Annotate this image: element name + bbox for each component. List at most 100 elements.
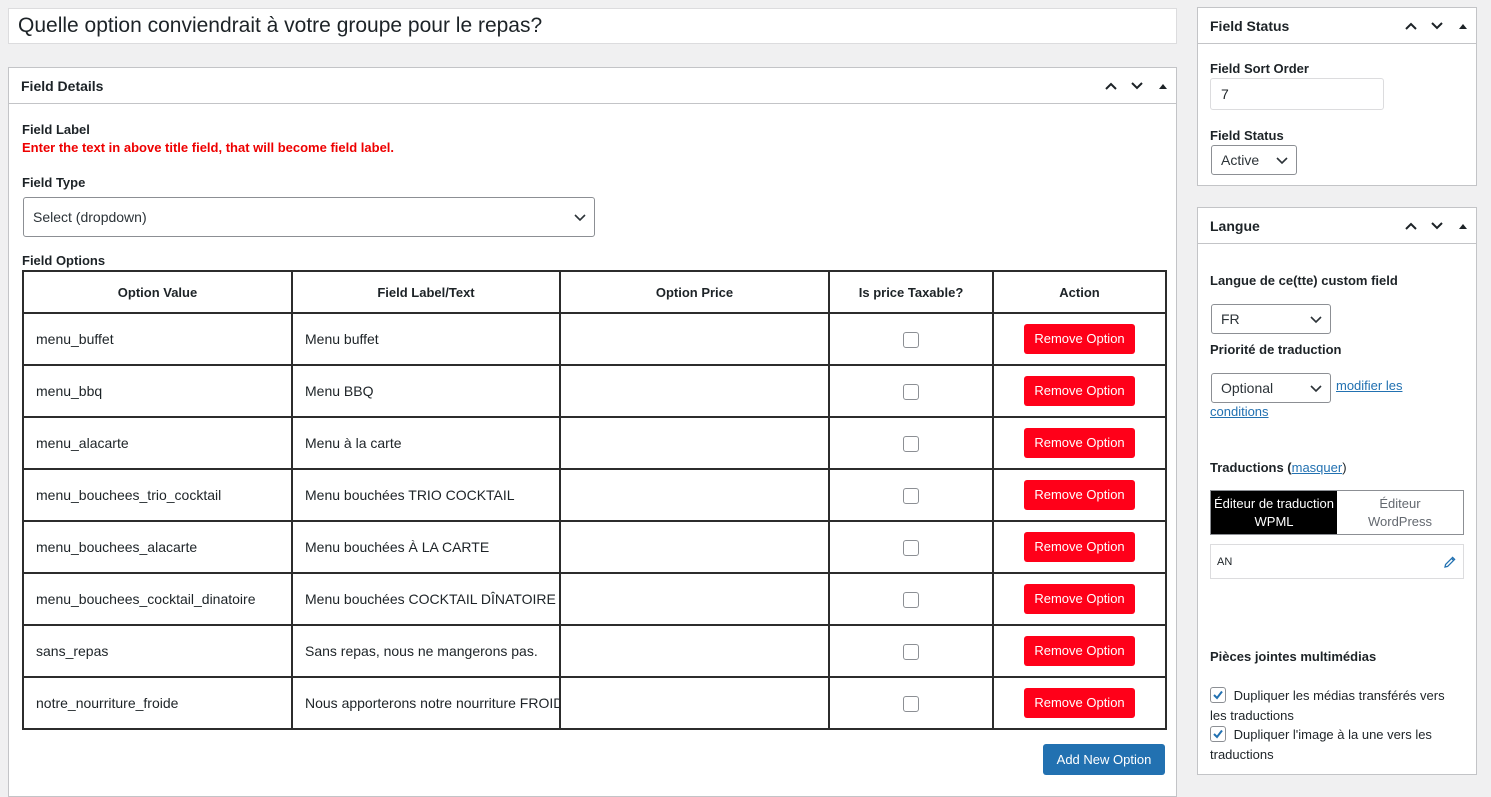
chevron-down-icon: [1431, 221, 1443, 229]
taxable-checkbox[interactable]: [903, 539, 919, 556]
remove-option-button[interactable]: Remove Option: [1024, 688, 1135, 718]
chevron-down-icon: [1310, 316, 1322, 324]
option-price-cell[interactable]: [559, 312, 830, 366]
add-new-option-button[interactable]: Add New Option: [1043, 744, 1165, 775]
duplicate-media-checkbox[interactable]: [1210, 687, 1226, 703]
move-down-button[interactable]: [1124, 68, 1150, 104]
taxable-checkbox[interactable]: [903, 695, 919, 712]
option-label-cell[interactable]: Menu BBQ: [291, 364, 561, 418]
language-select[interactable]: FR: [1211, 304, 1331, 334]
option-value-cell[interactable]: notre_nourriture_froide: [22, 676, 293, 730]
taxable-checkbox[interactable]: [903, 383, 919, 400]
toggle-panel-button[interactable]: [1450, 208, 1476, 244]
taxable-cell: [828, 364, 994, 418]
option-price-cell[interactable]: [559, 520, 830, 574]
wpml-editor-label-2: WPML: [1254, 513, 1294, 529]
table-row: menu_bouchees_alacarte Menu bouchées À LA…: [22, 520, 1167, 574]
move-up-button[interactable]: [1398, 208, 1424, 244]
option-value-cell[interactable]: menu_bouchees_cocktail_dinatoire: [22, 572, 293, 626]
langue-title: Langue: [1210, 217, 1260, 234]
option-price-cell[interactable]: [559, 572, 830, 626]
option-label-cell[interactable]: Menu bouchées À LA CARTE: [291, 520, 561, 574]
sort-order-input[interactable]: 7: [1210, 78, 1384, 110]
option-label-cell[interactable]: Menu à la carte: [291, 416, 561, 470]
option-value-cell[interactable]: menu_alacarte: [22, 416, 293, 470]
option-value-cell[interactable]: menu_bbq: [22, 364, 293, 418]
option-price-cell[interactable]: [559, 468, 830, 522]
modify-conditions-link[interactable]: modifier les: [1336, 378, 1402, 393]
table-row: menu_alacarte Menu à la carte Remove Optio…: [22, 416, 1167, 470]
toggle-panel-button[interactable]: [1450, 8, 1476, 44]
chevron-down-icon: [1431, 21, 1443, 29]
taxable-checkbox[interactable]: [903, 487, 919, 504]
taxable-checkbox[interactable]: [903, 331, 919, 348]
option-value-cell[interactable]: menu_bouchees_trio_cocktail: [22, 468, 293, 522]
option-price-cell[interactable]: [559, 416, 830, 470]
table-row: sans_repas Sans repas, nous ne mangerons …: [22, 624, 1167, 678]
option-price-cell[interactable]: [559, 364, 830, 418]
priority-label: Priorité de traduction: [1210, 342, 1342, 357]
chevron-down-icon: [1131, 81, 1143, 89]
pencil-icon[interactable]: [1443, 555, 1457, 569]
table-row: menu_buffet Menu buffet Remove Option: [22, 312, 1167, 366]
move-up-button[interactable]: [1398, 8, 1424, 44]
action-cell: Remove Option: [992, 364, 1167, 418]
remove-option-button[interactable]: Remove Option: [1024, 584, 1135, 614]
duplicate-image-checkbox[interactable]: [1210, 726, 1226, 742]
remove-option-button[interactable]: Remove Option: [1024, 376, 1135, 406]
table-row: notre_nourriture_froide Nous apporterons …: [22, 676, 1167, 730]
traductions-close: ): [1342, 460, 1347, 475]
priority-select[interactable]: Optional: [1211, 373, 1331, 403]
move-down-button[interactable]: [1424, 8, 1450, 44]
wordpress-editor-label-1: Éditeur: [1379, 495, 1421, 511]
remove-option-button[interactable]: Remove Option: [1024, 636, 1135, 666]
modify-conditions-link-cont[interactable]: conditions: [1210, 404, 1269, 419]
field-label-warning: Enter the text in above title field, tha…: [22, 140, 395, 155]
checkmark-icon: [1213, 690, 1223, 700]
option-label-cell[interactable]: Nous apporterons notre nourriture FROIDE: [291, 676, 561, 730]
taxable-checkbox[interactable]: [903, 643, 919, 660]
wpml-editor-tab[interactable]: Éditeur de traduction WPML: [1211, 491, 1337, 534]
option-label-cell[interactable]: Sans repas, nous ne mangerons pas.: [291, 624, 561, 678]
action-cell: Remove Option: [992, 624, 1167, 678]
taxable-checkbox[interactable]: [903, 591, 919, 608]
field-details-header: Field Details: [9, 68, 1176, 104]
wordpress-editor-tab[interactable]: Éditeur WordPress: [1337, 491, 1463, 534]
remove-option-button[interactable]: Remove Option: [1024, 428, 1135, 458]
wpml-editor-label-1: Éditeur de traduction: [1214, 495, 1334, 511]
field-type-value: Select (dropdown): [33, 209, 147, 225]
option-value-cell[interactable]: menu_bouchees_alacarte: [22, 520, 293, 574]
field-status-select[interactable]: Active: [1211, 145, 1297, 175]
option-value-cell[interactable]: menu_buffet: [22, 312, 293, 366]
toggle-panel-button[interactable]: [1150, 68, 1176, 104]
option-label-cell[interactable]: Menu bouchées TRIO COCKTAIL: [291, 468, 561, 522]
taxable-checkbox[interactable]: [903, 435, 919, 452]
duplicate-image-label-2: traductions: [1210, 747, 1274, 762]
option-value-cell[interactable]: sans_repas: [22, 624, 293, 678]
chevron-up-icon: [1405, 22, 1417, 30]
remove-option-button[interactable]: Remove Option: [1024, 532, 1135, 562]
field-status-title: Field Status: [1210, 17, 1290, 34]
field-options-heading: Field Options: [22, 253, 106, 268]
masquer-link[interactable]: masquer: [1292, 460, 1343, 475]
wordpress-editor-label-2: WordPress: [1367, 513, 1433, 529]
option-label-cell[interactable]: Menu buffet: [291, 312, 561, 366]
field-status-header: Field Status: [1198, 8, 1476, 44]
action-cell: Remove Option: [992, 572, 1167, 626]
post-title-input[interactable]: Quelle option conviendrait à votre group…: [8, 8, 1177, 44]
traductions-heading: Traductions (masquer): [1210, 460, 1347, 475]
move-up-button[interactable]: [1098, 68, 1124, 104]
table-row: menu_bouchees_cocktail_dinatoire Menu bou…: [22, 572, 1167, 626]
move-down-button[interactable]: [1424, 208, 1450, 244]
taxable-cell: [828, 416, 994, 470]
langue-box: Langue Langue de ce(tte) custom field FR…: [1197, 207, 1477, 775]
action-cell: Remove Option: [992, 312, 1167, 366]
option-price-cell[interactable]: [559, 624, 830, 678]
remove-option-button[interactable]: Remove Option: [1024, 480, 1135, 510]
field-type-select[interactable]: Select (dropdown): [23, 197, 595, 237]
option-price-cell[interactable]: [559, 676, 830, 730]
remove-option-button[interactable]: Remove Option: [1024, 324, 1135, 354]
triangle-up-icon: [1459, 223, 1467, 229]
option-label-cell[interactable]: Menu bouchées COCKTAIL DÎNATOIRE: [291, 572, 561, 626]
taxable-cell: [828, 520, 994, 574]
